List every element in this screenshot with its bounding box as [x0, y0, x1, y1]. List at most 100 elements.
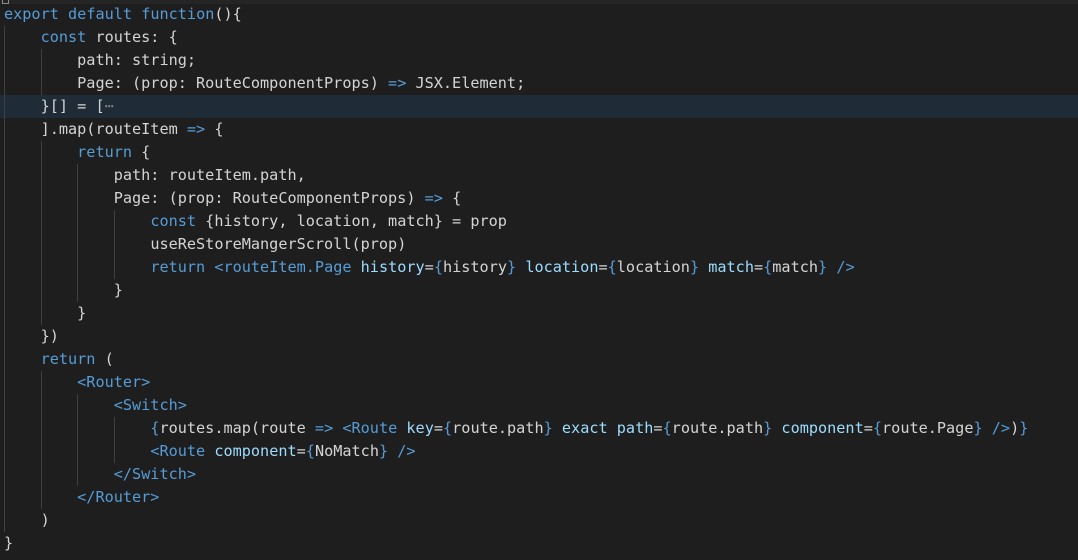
code-line[interactable]: }: [0, 279, 1078, 302]
code-line[interactable]: <Router>: [0, 371, 1078, 394]
indent-guide: [77, 279, 79, 302]
code-line[interactable]: path: string;: [0, 49, 1078, 72]
indent-guide: [4, 325, 5, 348]
code-token: path: routeItem.path,: [113, 166, 306, 184]
code-line[interactable]: return {: [0, 141, 1078, 164]
code-line[interactable]: Page: (prop: RouteComponentProps) => {: [0, 187, 1078, 210]
code-token: />: [397, 442, 416, 460]
code-token: ].map(routeItem: [40, 120, 187, 138]
indent-guide: [40, 440, 42, 463]
code-token: {: [132, 143, 151, 161]
code-token: (){: [214, 5, 242, 23]
code-line[interactable]: }: [0, 532, 1078, 555]
code-line[interactable]: }[] = [⋯: [0, 95, 1078, 118]
code-token: export: [4, 5, 59, 23]
code-line[interactable]: return <routeItem.Page history={history}…: [0, 256, 1078, 279]
code-line[interactable]: }): [0, 325, 1078, 348]
code-line[interactable]: <Switch>: [0, 394, 1078, 417]
code-editor[interactable]: export default function(){ const routes:…: [0, 3, 1078, 555]
code-line[interactable]: return (: [0, 348, 1078, 371]
indent-guide: [4, 509, 5, 532]
code-line[interactable]: ].map(routeItem => {: [0, 118, 1078, 141]
code-token: =: [653, 419, 663, 437]
indentation: [4, 28, 41, 46]
code-token: {: [763, 258, 773, 276]
code-line[interactable]: <Route component={NoMatch} />: [0, 440, 1078, 463]
code-token: match: [772, 258, 818, 276]
folded-region-ellipsis[interactable]: ⋯: [105, 97, 114, 115]
code-token: }[] = [: [40, 97, 105, 115]
code-line[interactable]: </Router>: [0, 486, 1078, 509]
indent-guide: [77, 233, 79, 256]
code-token: }: [507, 258, 517, 276]
indent-guide: [4, 72, 5, 95]
indent-guide: [40, 187, 42, 210]
code-token: <Router>: [77, 373, 151, 391]
code-token: =: [424, 258, 434, 276]
code-line[interactable]: {routes.map(route => <Route key={route.p…: [0, 417, 1078, 440]
code-token: Page: (prop: RouteComponentProps): [113, 189, 425, 207]
code-token: {: [662, 419, 672, 437]
indent-guide: [4, 463, 5, 486]
code-token: const: [40, 28, 87, 46]
code-token: =>: [186, 120, 206, 138]
code-line[interactable]: const routes: {: [0, 26, 1078, 49]
indent-guide: [40, 394, 42, 417]
code-token: }: [378, 442, 389, 460]
code-token: function: [141, 5, 215, 23]
indentation: [4, 281, 114, 299]
code-token: <Route: [342, 419, 398, 437]
indent-guide: [77, 210, 79, 233]
code-line[interactable]: const {history, location, match} = prop: [0, 210, 1078, 233]
code-token: NoMatch: [314, 442, 379, 460]
code-line[interactable]: ): [0, 509, 1078, 532]
code-line[interactable]: Page: (prop: RouteComponentProps) => JSX…: [0, 72, 1078, 95]
code-token: routes: {: [86, 28, 178, 46]
indent-guide: [4, 417, 5, 440]
code-token: <Switch>: [113, 396, 187, 414]
indent-guide: [4, 141, 5, 164]
indent-guide: [4, 118, 5, 141]
indentation: [4, 465, 114, 483]
code-token: JSX.Element;: [406, 74, 526, 92]
code-line[interactable]: export default function(){: [0, 3, 1078, 26]
code-token: default: [68, 5, 133, 23]
indent-guide: [4, 95, 5, 118]
code-token: path: string;: [77, 51, 197, 69]
code-token: }: [763, 419, 773, 437]
code-token: {: [205, 120, 224, 138]
indent-guide: [4, 49, 5, 72]
code-line[interactable]: path: routeItem.path,: [0, 164, 1078, 187]
indent-guide: [77, 440, 79, 463]
code-line[interactable]: </Switch>: [0, 463, 1078, 486]
code-token: routes.map(route: [159, 419, 315, 437]
code-token: useReStoreMangerScroll(prop): [150, 235, 407, 253]
indent-guide: [4, 394, 5, 417]
code-token: }: [4, 534, 14, 552]
code-token: }: [973, 419, 983, 437]
code-token: <routeItem.Page: [214, 258, 352, 276]
code-token: }: [543, 419, 553, 437]
code-token: path: [616, 419, 654, 437]
indent-guide: [40, 371, 42, 394]
indent-guide: [77, 394, 79, 417]
code-token: =: [863, 419, 873, 437]
code-token: return: [150, 258, 206, 276]
indent-guide: [40, 279, 42, 302]
code-line[interactable]: }: [0, 302, 1078, 325]
indent-guide: [40, 49, 42, 72]
indentation: [4, 511, 41, 529]
indent-guide: [40, 233, 42, 256]
indent-guide: [4, 348, 5, 371]
code-line[interactable]: useReStoreMangerScroll(prop): [0, 233, 1078, 256]
indentation: [4, 350, 41, 368]
indent-guide: [40, 302, 42, 325]
indent-guide: [40, 417, 42, 440]
